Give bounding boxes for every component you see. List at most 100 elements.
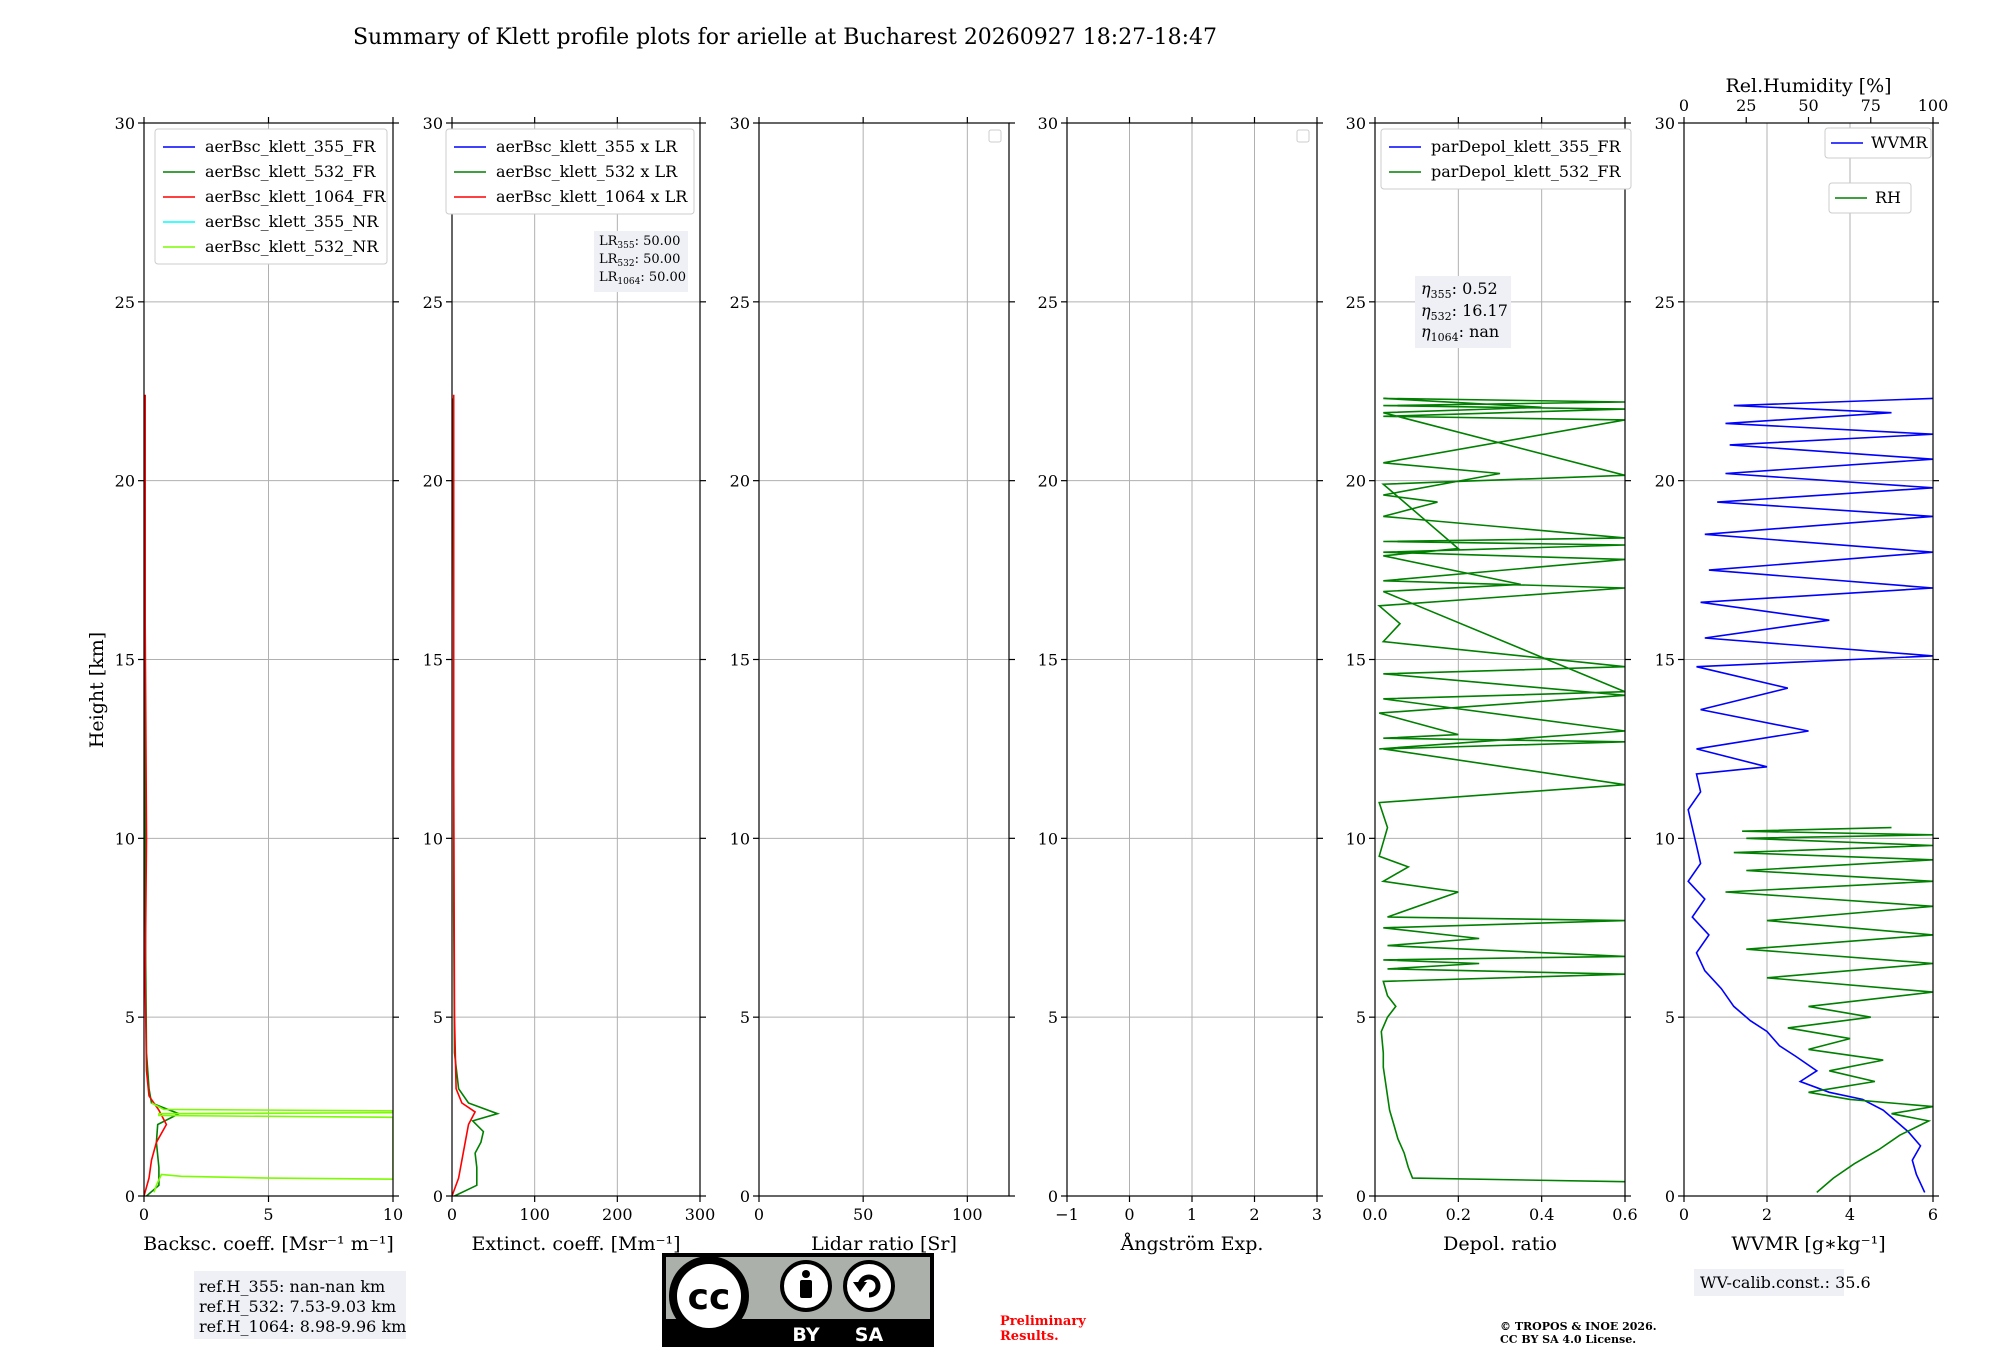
license-badge: cc BY SA — [662, 1253, 934, 1347]
x2-tick-label: 50 — [1798, 96, 1818, 115]
panels: 0510152025300 5 10Backsc. coeff. [Msr⁻¹ m⁻… — [115, 75, 1949, 1255]
y-tick-label: 0 — [740, 1187, 750, 1206]
copyright-note: © TROPOS & INOE 2026. CC BY SA 4.0 Licen… — [1500, 1320, 1657, 1346]
x-tick-label: −1 — [1055, 1205, 1079, 1224]
series-aerBsc_klett_1064_FR — [144, 394, 168, 1196]
y-tick-label: 15 — [423, 651, 443, 670]
y-tick-label: 20 — [1346, 472, 1366, 491]
y-tick-label: 20 — [115, 472, 135, 491]
x-tick-label: 0 — [447, 1205, 457, 1224]
y-tick-label: 20 — [730, 472, 750, 491]
x-axis-label: Depol. ratio — [1443, 1233, 1557, 1255]
share-alike-icon — [843, 1260, 895, 1312]
y-tick-label: 25 — [115, 293, 135, 312]
y-tick-label: 10 — [1038, 829, 1058, 848]
legend: aerBsc_klett_355 x LR aerBsc_klett_532 x … — [445, 128, 695, 215]
x-tick-label: 6 — [1928, 1205, 1938, 1224]
y-tick-label: 10 — [1655, 829, 1675, 848]
ref-height-355: ref.H_355: nan-nan km — [199, 1277, 385, 1296]
x-tick-label: 0 — [754, 1205, 764, 1224]
x-tick-label: 50 — [853, 1205, 873, 1224]
series-group — [1377, 397, 1625, 1183]
legend-label: aerBsc_klett_1064_FR — [205, 187, 387, 206]
y-tick-label: 20 — [1038, 472, 1058, 491]
legend-label: parDepol_klett_532_FR — [1431, 162, 1622, 181]
y-tick-label: 0 — [433, 1187, 443, 1206]
x-tick-label: 0 — [139, 1205, 149, 1224]
x-tick-label: 1 — [1187, 1205, 1197, 1224]
legend-label: aerBsc_klett_1064 x LR — [496, 187, 688, 206]
y-tick-label: 15 — [115, 651, 135, 670]
panel-wvmr: 0510152025300 2 4 60 25 50 75 100Rel.Humidity [… — [1655, 75, 1949, 1255]
lr-532: LR532: 50.00 — [599, 252, 680, 269]
panel-angstrom: 051015202530−1 0 1 2 3Ångström Exp. — [1038, 114, 1323, 1255]
x-tick-label: 0.0 — [1362, 1205, 1387, 1224]
series-WVMR — [1687, 397, 1933, 1193]
series-parDepol_klett_532_FR — [1377, 397, 1625, 1183]
x-axis-label: Lidar ratio [Sr] — [811, 1233, 957, 1255]
x-axis-label: Extinct. coeff. [Mm⁻¹] — [471, 1233, 680, 1255]
figure-canvas: Summary of Klett profile plots for ariel… — [86, 25, 1949, 1347]
y-tick-label: 25 — [730, 293, 750, 312]
legend-label: RH — [1875, 188, 1901, 207]
series-group — [1687, 397, 1933, 1194]
legend-label: aerBsc_klett_355_NR — [205, 212, 379, 231]
y-tick-label: 15 — [1346, 651, 1366, 670]
legend: parDepol_klett_355_FR parDepol_klett_532_… — [1380, 128, 1632, 190]
y-tick-label: 30 — [1038, 114, 1058, 133]
y-tick-label: 10 — [1346, 829, 1366, 848]
y-tick-label: 10 — [730, 829, 750, 848]
person-icon — [780, 1260, 832, 1312]
legend-entry: WVMR — [1824, 127, 1932, 159]
y-tick-label: 25 — [423, 293, 443, 312]
preliminary-note: Preliminary Results. — [1000, 1314, 1086, 1344]
y-tick-label: 0 — [1048, 1187, 1058, 1206]
legend-label: WVMR — [1871, 133, 1928, 152]
x-tick-label: 4 — [1845, 1205, 1855, 1224]
copyright-line-2: CC BY SA 4.0 License. — [1500, 1333, 1636, 1346]
empty-legend-box — [1296, 129, 1310, 143]
x-tick-label: 100 — [952, 1205, 983, 1224]
y-tick-label: 15 — [730, 651, 750, 670]
x2-tick-label: 75 — [1861, 96, 1881, 115]
y-tick-label: 10 — [423, 829, 443, 848]
y-tick-label: 5 — [1356, 1008, 1366, 1027]
x-tick-label: 0.6 — [1612, 1205, 1637, 1224]
panel-lidar-ratio: 0 5 10 15 20 25 30 0 50 100 Lidar ratio [Sr] — [730, 114, 1015, 1255]
series-aerBsc_klett_1064 x LR — [452, 394, 477, 1196]
legend-label: aerBsc_klett_355_FR — [205, 137, 376, 156]
y-tick-label: 30 — [1346, 114, 1366, 133]
y-tick-label: 25 — [1655, 293, 1675, 312]
y-tick-label: 15 — [1655, 651, 1675, 670]
x-tick-label: 2 — [1762, 1205, 1772, 1224]
series-aerBsc_klett_532 x LR — [452, 398, 501, 1196]
x-tick-label: 0.2 — [1446, 1205, 1471, 1224]
series-RH — [1725, 826, 1933, 1194]
y-tick-label: 10 — [115, 829, 135, 848]
y-tick-label: 5 — [740, 1008, 750, 1027]
y-tick-label: 5 — [1665, 1008, 1675, 1027]
y-tick-label: 25 — [1038, 293, 1058, 312]
x-tick-label: 2 — [1249, 1205, 1259, 1224]
x-axis-label: Ångström Exp. — [1120, 1233, 1264, 1255]
ref-height-1064: ref.H_1064: 8.98-9.96 km — [199, 1317, 406, 1336]
y-tick-label: 20 — [1655, 472, 1675, 491]
x-tick-label: 0.4 — [1529, 1205, 1554, 1224]
legend-label: aerBsc_klett_532_FR — [205, 162, 376, 181]
by-label: BY — [792, 1324, 819, 1346]
y-tick-label: 30 — [423, 114, 443, 133]
y-tick-label: 30 — [1655, 114, 1675, 133]
y-tick-label: 25 — [1346, 293, 1366, 312]
figure-title: Summary of Klett profile plots for ariel… — [353, 25, 1217, 50]
copyright-line-1: © TROPOS & INOE 2026. — [1500, 1320, 1657, 1333]
x-tick-label: 0 — [1679, 1205, 1689, 1224]
x2-axis-label: Rel.Humidity [%] — [1725, 75, 1891, 97]
x-tick-label: 5 — [263, 1205, 273, 1224]
x-tick-label: 3 — [1312, 1205, 1322, 1224]
x2-tick-label: 100 — [1918, 96, 1949, 115]
lr-1064: LR1064: 50.00 — [599, 270, 686, 287]
legend-label: aerBsc_klett_355 x LR — [496, 137, 678, 156]
cc-letters: cc — [688, 1277, 731, 1318]
lidar-ratio-box: LR355: 50.00 LR532: 50.00 LR1064: 50.00 — [594, 231, 688, 292]
wv-calib-box: WV-calib.const.: 35.6 — [1694, 1269, 1871, 1296]
